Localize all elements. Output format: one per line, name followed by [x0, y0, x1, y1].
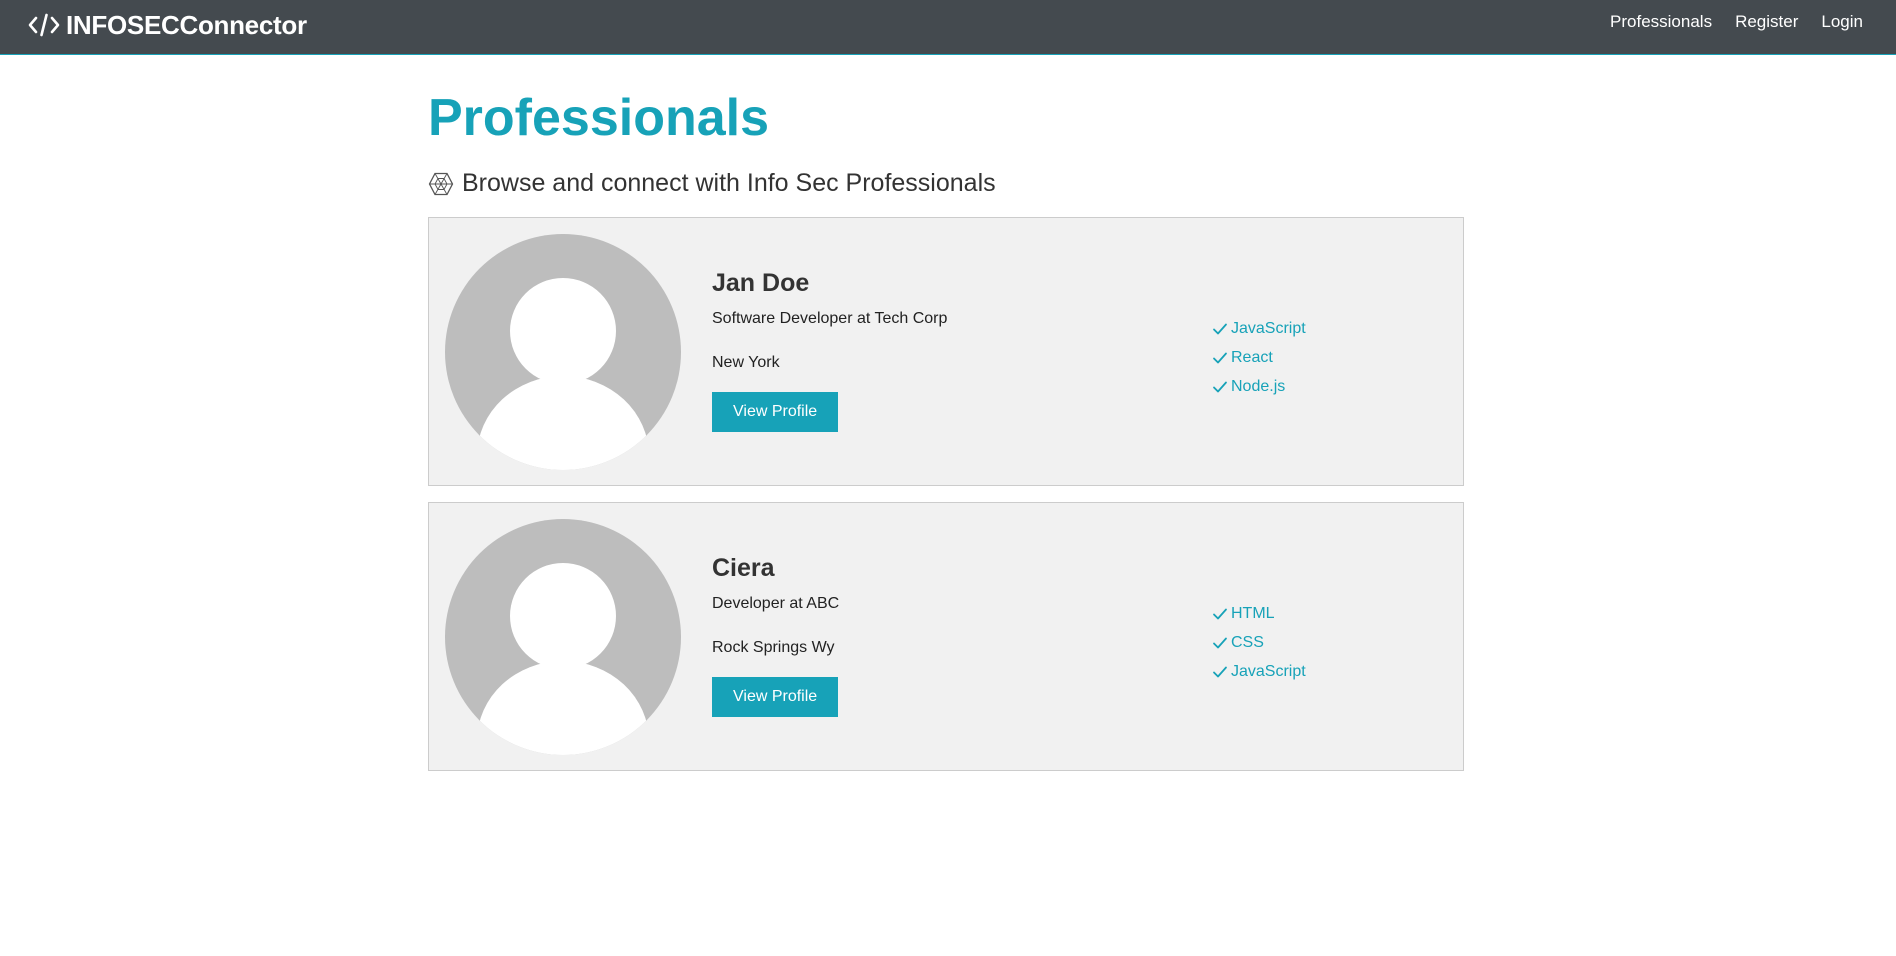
profile-info: Ciera Developer at ABC Rock Springs Wy V…	[712, 555, 839, 717]
profile-name: Ciera	[712, 554, 775, 583]
navbar: INFOSECConnector Professionals Register …	[0, 0, 1896, 55]
skill-label: Node.js	[1231, 377, 1286, 395]
check-icon	[1212, 379, 1228, 395]
nav-links: Professionals Register Login	[1587, 12, 1863, 32]
page-lead-text: Browse and connect with Info Sec Profess…	[462, 169, 996, 198]
skill-item: React	[1212, 343, 1306, 372]
check-icon	[1212, 635, 1228, 651]
profile-card: Jan Doe Software Developer at Tech Corp …	[428, 217, 1464, 487]
profile-name: Jan Doe	[712, 269, 810, 298]
skills-list: HTML CSS JavaScript	[1212, 599, 1306, 686]
skill-label: React	[1231, 348, 1273, 366]
profile-location: New York	[712, 353, 780, 371]
page-lead: Browse and connect with Info Sec Profess…	[428, 169, 1464, 198]
check-icon	[1212, 350, 1228, 366]
profile-status: Developer at ABC	[712, 594, 840, 612]
nav-link-login[interactable]: Login	[1821, 12, 1863, 32]
check-icon	[1212, 664, 1228, 680]
skill-item: CSS	[1212, 628, 1306, 657]
profile-card: Ciera Developer at ABC Rock Springs Wy V…	[428, 502, 1464, 772]
skill-item: HTML	[1212, 599, 1306, 628]
profile-location: Rock Springs Wy	[712, 638, 835, 656]
avatar	[445, 234, 681, 471]
skill-label: JavaScript	[1231, 319, 1306, 337]
profile-info: Jan Doe Software Developer at Tech Corp …	[712, 270, 947, 432]
brand-name: INFOSECConnector	[66, 9, 307, 40]
skill-item: JavaScript	[1212, 657, 1306, 686]
skill-label: CSS	[1231, 633, 1264, 651]
view-profile-button[interactable]: View Profile	[712, 676, 839, 717]
check-icon	[1212, 321, 1228, 337]
skill-item: Node.js	[1212, 372, 1306, 401]
main-content: Professionals Browse and connect with In…	[428, 55, 1464, 772]
profile-status: Software Developer at Tech Corp	[712, 309, 948, 327]
code-icon	[28, 12, 60, 38]
view-profile-button[interactable]: View Profile	[712, 391, 839, 432]
skills-list: JavaScript React Node.js	[1212, 314, 1306, 401]
brand-link[interactable]: INFOSECConnector	[28, 10, 307, 41]
nav-link-professionals[interactable]: Professionals	[1610, 12, 1712, 32]
skill-item: JavaScript	[1212, 314, 1306, 343]
skill-label: JavaScript	[1231, 662, 1306, 680]
avatar	[445, 519, 681, 756]
page-title: Professionals	[428, 89, 770, 147]
connectdevelop-icon	[428, 171, 454, 197]
check-icon	[1212, 606, 1228, 622]
skill-label: HTML	[1231, 604, 1275, 622]
nav-link-register[interactable]: Register	[1735, 12, 1798, 32]
